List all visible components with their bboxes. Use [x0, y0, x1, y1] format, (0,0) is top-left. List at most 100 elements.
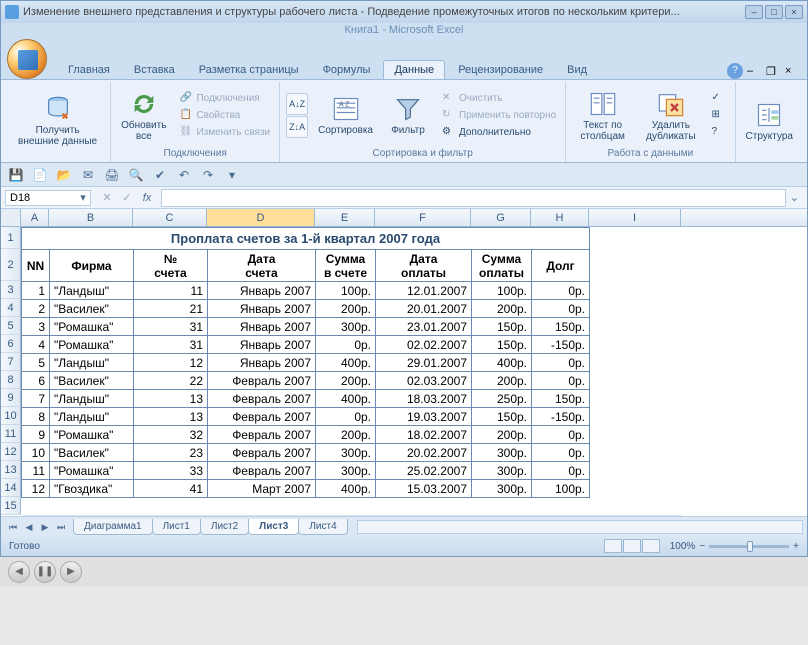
- table-cell[interactable]: Январь 2007: [208, 354, 316, 372]
- row-header-6[interactable]: 6: [1, 335, 21, 353]
- table-cell[interactable]: 11: [134, 282, 208, 300]
- zoom-level[interactable]: 100%: [670, 541, 696, 552]
- data-validation-button[interactable]: ✓: [709, 91, 729, 107]
- table-cell[interactable]: "Ромашка": [50, 462, 134, 480]
- table-cell[interactable]: 6: [22, 372, 50, 390]
- fx-button[interactable]: fx: [139, 190, 155, 206]
- table-cell[interactable]: 150р.: [472, 336, 532, 354]
- table-cell[interactable]: 250р.: [472, 390, 532, 408]
- table-cell[interactable]: 400р.: [316, 480, 376, 498]
- table-cell[interactable]: Март 2007: [208, 480, 316, 498]
- name-box-dropdown[interactable]: ▾: [76, 191, 90, 204]
- table-cell[interactable]: Январь 2007: [208, 318, 316, 336]
- table-cell[interactable]: 0р.: [532, 300, 590, 318]
- doc-minimize-button[interactable]: –: [747, 65, 765, 79]
- qat-redo-button[interactable]: ↷: [199, 166, 217, 184]
- zoom-slider[interactable]: [709, 545, 789, 548]
- table-cell[interactable]: Февраль 2007: [208, 390, 316, 408]
- table-cell[interactable]: 33: [134, 462, 208, 480]
- row-header-12[interactable]: 12: [1, 443, 21, 461]
- qat-open-button[interactable]: 📂: [55, 166, 73, 184]
- column-header-A[interactable]: A: [21, 209, 49, 226]
- column-header-I[interactable]: I: [589, 209, 681, 226]
- play-pause-button[interactable]: ❚❚: [34, 561, 56, 583]
- properties-button[interactable]: 📋Свойства: [176, 108, 273, 124]
- row-header-5[interactable]: 5: [1, 317, 21, 335]
- table-cell[interactable]: 300р.: [316, 462, 376, 480]
- sheet-tab-Лист1[interactable]: Лист1: [152, 519, 201, 535]
- table-cell[interactable]: 0р.: [532, 372, 590, 390]
- sheet-tab-Диаграмма1[interactable]: Диаграмма1: [73, 519, 153, 535]
- table-cell[interactable]: 0р.: [532, 462, 590, 480]
- table-cell[interactable]: 12: [134, 354, 208, 372]
- table-cell[interactable]: 200р.: [316, 300, 376, 318]
- table-cell[interactable]: 400р.: [316, 354, 376, 372]
- remove-duplicates-button[interactable]: Удалить дубликаты: [639, 88, 702, 144]
- minimize-button[interactable]: –: [745, 5, 763, 19]
- play-prev-button[interactable]: ◀: [8, 561, 30, 583]
- table-cell[interactable]: 20.02.2007: [376, 444, 472, 462]
- table-cell[interactable]: 22: [134, 372, 208, 390]
- table-cell[interactable]: "Василек": [50, 444, 134, 462]
- row-header-9[interactable]: 9: [1, 389, 21, 407]
- table-cell[interactable]: 41: [134, 480, 208, 498]
- table-cell[interactable]: "Гвоздика": [50, 480, 134, 498]
- tab-page-layout[interactable]: Разметка страницы: [188, 60, 310, 79]
- table-cell[interactable]: 100р.: [472, 282, 532, 300]
- row-header-7[interactable]: 7: [1, 353, 21, 371]
- consolidate-button[interactable]: ⊞: [709, 108, 729, 124]
- qat-quickprint-button[interactable]: 🖨: [103, 166, 121, 184]
- table-cell[interactable]: 400р.: [316, 390, 376, 408]
- row-header-13[interactable]: 13: [1, 461, 21, 479]
- table-cell[interactable]: "Ландыш": [50, 390, 134, 408]
- row-header-1[interactable]: 1: [1, 227, 21, 249]
- column-header-H[interactable]: H: [531, 209, 589, 226]
- qat-preview-button[interactable]: 🔍: [127, 166, 145, 184]
- column-header-B[interactable]: B: [49, 209, 133, 226]
- cells-area[interactable]: Проплата счетов за 1-й квартал 2007 года…: [21, 227, 682, 516]
- qat-customize-button[interactable]: ▾: [223, 166, 241, 184]
- table-cell[interactable]: 25.02.2007: [376, 462, 472, 480]
- column-header-G[interactable]: G: [471, 209, 531, 226]
- table-cell[interactable]: 0р.: [532, 426, 590, 444]
- table-cell[interactable]: 100р.: [532, 480, 590, 498]
- select-all-button[interactable]: [1, 209, 21, 227]
- table-cell[interactable]: 200р.: [316, 372, 376, 390]
- table-cell[interactable]: Январь 2007: [208, 336, 316, 354]
- table-cell[interactable]: "Василек": [50, 300, 134, 318]
- table-cell[interactable]: -150р.: [532, 336, 590, 354]
- view-pagebreak-button[interactable]: [642, 539, 660, 553]
- refresh-all-button[interactable]: Обновить все: [117, 88, 170, 144]
- advanced-filter-button[interactable]: ⚙Дополнительно: [439, 125, 559, 141]
- row-header-10[interactable]: 10: [1, 407, 21, 425]
- tab-view[interactable]: Вид: [556, 60, 598, 79]
- table-cell[interactable]: 7: [22, 390, 50, 408]
- text-to-columns-button[interactable]: Текст по столбцам: [572, 88, 633, 144]
- table-cell[interactable]: 13: [134, 408, 208, 426]
- table-cell[interactable]: "Ромашка": [50, 426, 134, 444]
- column-header-F[interactable]: F: [375, 209, 471, 226]
- table-cell[interactable]: "Ландыш": [50, 282, 134, 300]
- table-cell[interactable]: 0р.: [532, 444, 590, 462]
- table-cell[interactable]: 200р.: [472, 426, 532, 444]
- tab-data[interactable]: Данные: [383, 60, 445, 79]
- table-cell[interactable]: 18.02.2007: [376, 426, 472, 444]
- expand-formula-bar[interactable]: ⌄: [786, 191, 803, 204]
- table-cell[interactable]: 0р.: [532, 282, 590, 300]
- table-cell[interactable]: 1: [22, 282, 50, 300]
- play-next-button[interactable]: ▶: [60, 561, 82, 583]
- table-cell[interactable]: 300р.: [316, 444, 376, 462]
- table-cell[interactable]: 300р.: [316, 318, 376, 336]
- clear-filter-button[interactable]: ✕Очистить: [439, 91, 559, 107]
- table-cell[interactable]: "Ромашка": [50, 318, 134, 336]
- table-cell[interactable]: 02.03.2007: [376, 372, 472, 390]
- enter-formula-button[interactable]: ✓: [119, 190, 135, 206]
- column-header-E[interactable]: E: [315, 209, 375, 226]
- connections-button[interactable]: 🔗Подключения: [176, 91, 273, 107]
- table-cell[interactable]: 200р.: [472, 372, 532, 390]
- table-cell[interactable]: 20.01.2007: [376, 300, 472, 318]
- tab-home[interactable]: Главная: [57, 60, 121, 79]
- qat-undo-button[interactable]: ↶: [175, 166, 193, 184]
- sheet-nav-prev[interactable]: ◀: [21, 519, 37, 535]
- table-cell[interactable]: Январь 2007: [208, 282, 316, 300]
